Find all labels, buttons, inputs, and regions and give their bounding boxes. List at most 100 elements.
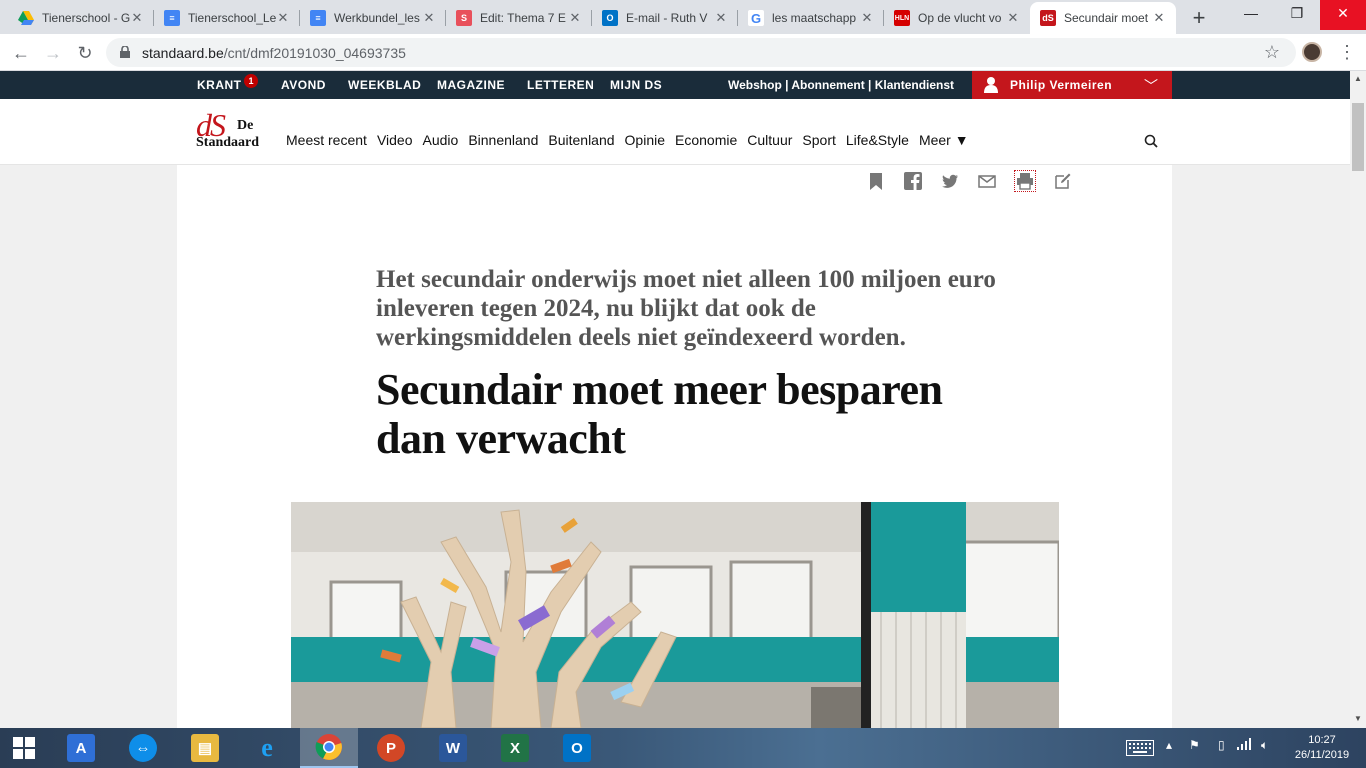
page-scrollbar[interactable]: ▲ ▼ (1350, 71, 1366, 728)
close-icon[interactable]: ✕ (568, 10, 582, 26)
topbar-mijn-ds[interactable]: MIJN DS (610, 78, 662, 92)
close-window-button[interactable]: ✕ (1320, 0, 1366, 30)
taskbar-chrome[interactable] (300, 728, 358, 768)
chevron-down-icon: ﹀ (1144, 78, 1158, 94)
browser-tab[interactable]: Tienerschool - G ✕ (8, 2, 154, 34)
new-tab-button[interactable]: + (1186, 5, 1212, 31)
nav-life-style[interactable]: Life&Style (846, 132, 909, 148)
keyboard-icon[interactable] (1126, 740, 1154, 759)
taskbar-internet-explorer[interactable]: e (238, 728, 296, 768)
close-icon[interactable]: ✕ (1006, 10, 1020, 26)
back-button[interactable]: ← (8, 40, 34, 66)
print-icon[interactable] (1014, 170, 1036, 192)
browser-tab[interactable]: O E-mail - Ruth V ✕ (592, 2, 738, 34)
logo-standaard: Standaard (196, 135, 260, 150)
outlook-icon: O (563, 734, 591, 762)
nav-buitenland[interactable]: Buitenland (548, 132, 614, 148)
scrollbar-thumb[interactable] (1352, 103, 1364, 171)
article-lead: Het secundair onderwijs moet niet alleen… (376, 266, 996, 351)
clock-time: 10:27 (1308, 734, 1336, 746)
outlook-icon: O (602, 10, 618, 26)
taskbar-file-explorer[interactable]: ▤ (176, 728, 234, 768)
topbar-service-links[interactable]: Webshop | Abonnement | Klantendienst (728, 78, 954, 92)
bookmark-icon[interactable] (867, 172, 885, 190)
taskbar-word[interactable]: W (424, 728, 482, 768)
twitter-icon[interactable] (941, 172, 959, 190)
flag-icon[interactable]: ⚑ (1189, 738, 1200, 752)
close-icon[interactable]: ✕ (1152, 10, 1166, 26)
browser-tab-active[interactable]: dS Secundair moet ✕ (1030, 2, 1176, 34)
system-clock[interactable]: 10:27 26/11/2019 (1290, 733, 1354, 763)
email-icon[interactable] (978, 172, 996, 190)
tab-title: E-mail - Ruth V (626, 11, 708, 25)
edit-icon[interactable] (1054, 172, 1072, 190)
nav-economie[interactable]: Economie (675, 132, 737, 148)
article-photo (291, 502, 1059, 728)
browser-tab[interactable]: G les maatschapp ✕ (738, 2, 884, 34)
topbar-krant[interactable]: KRANT (197, 78, 242, 92)
article-headline: Secundair moet meer besparen dan verwach… (376, 365, 943, 463)
close-icon[interactable]: ✕ (276, 10, 290, 26)
nav-video[interactable]: Video (377, 132, 413, 148)
hln-icon: HLN (894, 10, 910, 26)
taskbar-powerpoint[interactable]: P (362, 728, 420, 768)
forward-button[interactable]: → (40, 40, 66, 66)
lock-icon (120, 46, 130, 58)
user-menu[interactable]: Philip Vermeiren ﹀ (972, 71, 1172, 99)
volume-icon[interactable]: 🔈︎ (1261, 738, 1268, 753)
tab-title: Edit: Thema 7 E (480, 11, 566, 25)
taskbar-app-a[interactable]: A (52, 728, 110, 768)
nav-meest-recent[interactable]: Meest recent (286, 132, 367, 148)
topbar-weekblad[interactable]: WEEKBLAD (348, 78, 421, 92)
close-icon[interactable]: ✕ (422, 10, 436, 26)
windows-logo-icon (13, 737, 35, 759)
browser-tab[interactable]: HLN Op de vlucht vo ✕ (884, 2, 1030, 34)
search-icon[interactable] (1144, 134, 1158, 148)
logo-de: De (237, 118, 254, 133)
close-icon[interactable]: ✕ (130, 10, 144, 26)
nav-opinie[interactable]: Opinie (625, 132, 665, 148)
scroll-up-icon[interactable]: ▲ (1354, 74, 1362, 83)
browser-tab[interactable]: ≡ Tienerschool_Le ✕ (154, 2, 300, 34)
nav-binnenland[interactable]: Binnenland (468, 132, 538, 148)
url-host: standaard.be (142, 45, 224, 61)
browser-tab[interactable]: S Edit: Thema 7 E ✕ (446, 2, 592, 34)
topbar-avond[interactable]: AVOND (281, 78, 326, 92)
site-top-bar: KRANT AVOND WEEKBLAD MAGAZINE LETTEREN M… (0, 71, 1350, 99)
folder-icon: ▤ (191, 734, 219, 762)
facebook-icon[interactable] (904, 172, 922, 190)
google-docs-icon: ≡ (310, 10, 326, 26)
browser-tab[interactable]: ≡ Werkbundel_les ✕ (300, 2, 446, 34)
scroll-down-icon[interactable]: ▼ (1354, 714, 1362, 723)
nav-meer[interactable]: Meer ▼ (919, 132, 969, 148)
topbar-magazine[interactable]: MAGAZINE (437, 78, 505, 92)
network-icon[interactable] (1237, 738, 1251, 753)
google-drive-icon (18, 10, 34, 26)
taskbar-excel[interactable]: X (486, 728, 544, 768)
word-icon: W (439, 734, 467, 762)
topbar-letteren[interactable]: LETTEREN (527, 78, 594, 92)
nav-cultuur[interactable]: Cultuur (747, 132, 792, 148)
close-icon[interactable]: ✕ (714, 10, 728, 26)
battery-icon[interactable]: ▯ (1218, 738, 1225, 752)
start-button[interactable] (0, 728, 48, 768)
restore-button[interactable]: ❐ (1274, 0, 1320, 30)
ds-logo[interactable]: dS De Standaard (196, 107, 276, 153)
taskbar-teamviewer[interactable]: ⇔ (114, 728, 172, 768)
browser-tab-strip: Tienerschool - G ✕ ≡ Tienerschool_Le ✕ ≡… (0, 0, 1366, 34)
nav-audio[interactable]: Audio (423, 132, 459, 148)
reload-button[interactable]: ↻ (72, 40, 98, 66)
browser-menu-icon[interactable]: ⋮ (1338, 40, 1356, 64)
powerpoint-icon: P (377, 734, 405, 762)
taskbar-outlook[interactable]: O (548, 728, 606, 768)
show-hidden-icons-icon[interactable]: ▴ (1166, 738, 1172, 752)
nav-sport[interactable]: Sport (802, 132, 835, 148)
profile-avatar[interactable] (1302, 42, 1322, 62)
smartschool-icon: S (456, 10, 472, 26)
close-icon[interactable]: ✕ (860, 10, 874, 26)
tab-title: les maatschapp (772, 11, 857, 25)
minimize-button[interactable]: — (1228, 0, 1274, 30)
address-bar[interactable]: standaard.be/cnt/dmf20191030_04693735 ☆ (106, 38, 1296, 67)
bookmark-star-icon[interactable]: ☆ (1264, 42, 1280, 63)
tab-title: Op de vlucht vo (918, 11, 1002, 25)
